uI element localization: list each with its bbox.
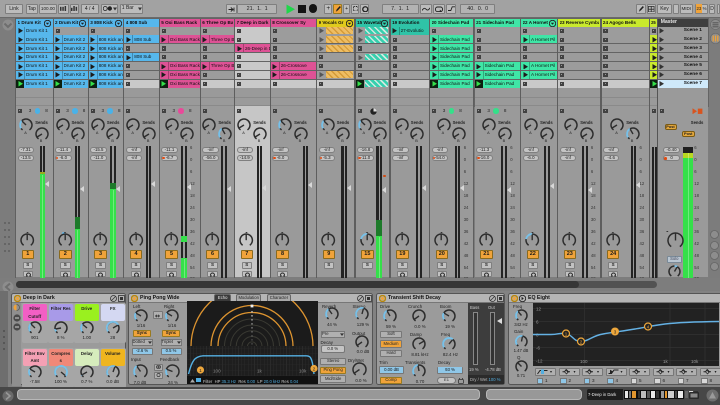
svg-text:-6: -6 [536,345,540,350]
svg-text:2: 2 [313,367,316,373]
svg-text:-12: -12 [536,358,543,363]
svg-text:10k: 10k [691,359,699,364]
svg-text:100: 100 [580,359,588,364]
svg-text:1k: 1k [663,359,669,364]
svg-text:100: 100 [213,369,221,374]
svg-text:1k: 1k [257,369,263,374]
svg-text:1: 1 [199,368,202,374]
svg-text:12: 12 [536,306,542,311]
svg-text:10k: 10k [299,369,307,374]
